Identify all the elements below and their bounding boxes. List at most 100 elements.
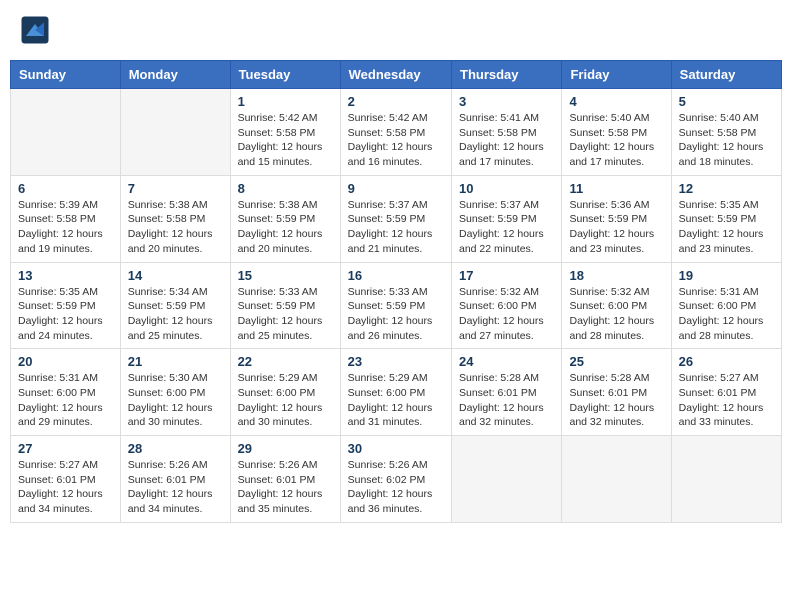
day-number: 26 [679, 354, 774, 369]
day-number: 2 [348, 94, 444, 109]
day-cell: 30Sunrise: 5:26 AM Sunset: 6:02 PM Dayli… [340, 436, 451, 523]
day-cell: 6 Sunrise: 5:39 AM Sunset: 5:58 PM Daylig… [11, 175, 121, 262]
day-info: Sunrise: 5:35 AM Sunset: 5:59 PM Dayligh… [679, 198, 774, 257]
weekday-header-thursday: Thursday [452, 61, 562, 89]
page-header [10, 10, 782, 50]
day-info: Sunrise: 5:33 AM Sunset: 5:59 PM Dayligh… [348, 285, 444, 344]
day-number: 19 [679, 268, 774, 283]
day-number: 7 [128, 181, 223, 196]
day-number: 1 [238, 94, 333, 109]
day-number: 8 [238, 181, 333, 196]
day-info: Sunrise: 5:30 AM Sunset: 6:00 PM Dayligh… [128, 371, 223, 430]
day-info: Sunrise: 5:31 AM Sunset: 6:00 PM Dayligh… [679, 285, 774, 344]
day-cell: 26 Sunrise: 5:27 AM Sunset: 6:01 PM Dayli… [671, 349, 781, 436]
week-row-1: 1 Sunrise: 5:42 AM Sunset: 5:58 PM Daylig… [11, 89, 782, 176]
day-info: Sunrise: 5:28 AM Sunset: 6:01 PM Dayligh… [459, 371, 554, 430]
day-info: Sunrise: 5:31 AM Sunset: 6:00 PM Dayligh… [18, 371, 113, 430]
day-cell: 3 Sunrise: 5:41 AM Sunset: 5:58 PM Daylig… [452, 89, 562, 176]
day-number: 15 [238, 268, 333, 283]
day-number: 25 [569, 354, 663, 369]
day-cell: 18Sunrise: 5:32 AM Sunset: 6:00 PM Dayli… [562, 262, 671, 349]
day-info: Sunrise: 5:37 AM Sunset: 5:59 PM Dayligh… [459, 198, 554, 257]
day-cell: 9 Sunrise: 5:37 AM Sunset: 5:59 PM Daylig… [340, 175, 451, 262]
day-info: Sunrise: 5:36 AM Sunset: 5:59 PM Dayligh… [569, 198, 663, 257]
day-number: 29 [238, 441, 333, 456]
day-number: 28 [128, 441, 223, 456]
day-info: Sunrise: 5:29 AM Sunset: 6:00 PM Dayligh… [238, 371, 333, 430]
day-cell: 23 Sunrise: 5:29 AM Sunset: 6:00 PM Dayli… [340, 349, 451, 436]
weekday-header-row: SundayMondayTuesdayWednesdayThursdayFrid… [11, 61, 782, 89]
day-cell: 15 Sunrise: 5:33 AM Sunset: 5:59 PM Dayli… [230, 262, 340, 349]
day-number: 20 [18, 354, 113, 369]
day-info: Sunrise: 5:34 AM Sunset: 5:59 PM Dayligh… [128, 285, 223, 344]
day-number: 4 [569, 94, 663, 109]
day-number: 16 [348, 268, 444, 283]
day-cell: 25 Sunrise: 5:28 AM Sunset: 6:01 PM Dayli… [562, 349, 671, 436]
day-cell: 28 Sunrise: 5:26 AM Sunset: 6:01 PM Dayli… [120, 436, 230, 523]
day-info: Sunrise: 5:26 AM Sunset: 6:01 PM Dayligh… [238, 458, 333, 517]
week-row-3: 13Sunrise: 5:35 AM Sunset: 5:59 PM Dayli… [11, 262, 782, 349]
day-info: Sunrise: 5:27 AM Sunset: 6:01 PM Dayligh… [18, 458, 113, 517]
day-cell: 17Sunrise: 5:32 AM Sunset: 6:00 PM Dayli… [452, 262, 562, 349]
weekday-header-monday: Monday [120, 61, 230, 89]
week-row-4: 20 Sunrise: 5:31 AM Sunset: 6:00 PM Dayli… [11, 349, 782, 436]
day-number: 30 [348, 441, 444, 456]
weekday-header-wednesday: Wednesday [340, 61, 451, 89]
day-number: 27 [18, 441, 113, 456]
weekday-header-friday: Friday [562, 61, 671, 89]
week-row-5: 27 Sunrise: 5:27 AM Sunset: 6:01 PM Dayli… [11, 436, 782, 523]
day-cell: 27 Sunrise: 5:27 AM Sunset: 6:01 PM Dayli… [11, 436, 121, 523]
day-info: Sunrise: 5:40 AM Sunset: 5:58 PM Dayligh… [569, 111, 663, 170]
day-number: 12 [679, 181, 774, 196]
day-cell [120, 89, 230, 176]
day-cell: 4 Sunrise: 5:40 AM Sunset: 5:58 PM Daylig… [562, 89, 671, 176]
day-cell: 14 Sunrise: 5:34 AM Sunset: 5:59 PM Dayli… [120, 262, 230, 349]
day-info: Sunrise: 5:42 AM Sunset: 5:58 PM Dayligh… [348, 111, 444, 170]
day-number: 11 [569, 181, 663, 196]
day-number: 14 [128, 268, 223, 283]
day-cell [671, 436, 781, 523]
day-cell: 16 Sunrise: 5:33 AM Sunset: 5:59 PM Dayli… [340, 262, 451, 349]
day-number: 23 [348, 354, 444, 369]
day-info: Sunrise: 5:29 AM Sunset: 6:00 PM Dayligh… [348, 371, 444, 430]
day-info: Sunrise: 5:39 AM Sunset: 5:58 PM Dayligh… [18, 198, 113, 257]
day-cell: 5 Sunrise: 5:40 AM Sunset: 5:58 PM Daylig… [671, 89, 781, 176]
day-number: 22 [238, 354, 333, 369]
day-number: 21 [128, 354, 223, 369]
day-info: Sunrise: 5:38 AM Sunset: 5:58 PM Dayligh… [128, 198, 223, 257]
day-cell: 10 Sunrise: 5:37 AM Sunset: 5:59 PM Dayli… [452, 175, 562, 262]
weekday-header-sunday: Sunday [11, 61, 121, 89]
day-cell: 24 Sunrise: 5:28 AM Sunset: 6:01 PM Dayli… [452, 349, 562, 436]
day-cell [562, 436, 671, 523]
day-info: Sunrise: 5:35 AM Sunset: 5:59 PM Dayligh… [18, 285, 113, 344]
day-cell: 20 Sunrise: 5:31 AM Sunset: 6:00 PM Dayli… [11, 349, 121, 436]
day-info: Sunrise: 5:33 AM Sunset: 5:59 PM Dayligh… [238, 285, 333, 344]
week-row-2: 6 Sunrise: 5:39 AM Sunset: 5:58 PM Daylig… [11, 175, 782, 262]
day-number: 9 [348, 181, 444, 196]
day-info: Sunrise: 5:38 AM Sunset: 5:59 PM Dayligh… [238, 198, 333, 257]
day-number: 17 [459, 268, 554, 283]
day-cell [452, 436, 562, 523]
day-info: Sunrise: 5:40 AM Sunset: 5:58 PM Dayligh… [679, 111, 774, 170]
day-cell: 7 Sunrise: 5:38 AM Sunset: 5:58 PM Daylig… [120, 175, 230, 262]
day-number: 10 [459, 181, 554, 196]
logo-icon [20, 15, 50, 45]
day-cell: 12 Sunrise: 5:35 AM Sunset: 5:59 PM Dayli… [671, 175, 781, 262]
day-cell: 2 Sunrise: 5:42 AM Sunset: 5:58 PM Daylig… [340, 89, 451, 176]
day-cell: 19 Sunrise: 5:31 AM Sunset: 6:00 PM Dayli… [671, 262, 781, 349]
day-info: Sunrise: 5:41 AM Sunset: 5:58 PM Dayligh… [459, 111, 554, 170]
day-cell: 29 Sunrise: 5:26 AM Sunset: 6:01 PM Dayli… [230, 436, 340, 523]
day-info: Sunrise: 5:27 AM Sunset: 6:01 PM Dayligh… [679, 371, 774, 430]
day-number: 24 [459, 354, 554, 369]
day-info: Sunrise: 5:26 AM Sunset: 6:01 PM Dayligh… [128, 458, 223, 517]
day-info: Sunrise: 5:37 AM Sunset: 5:59 PM Dayligh… [348, 198, 444, 257]
day-cell: 8 Sunrise: 5:38 AM Sunset: 5:59 PM Daylig… [230, 175, 340, 262]
day-number: 6 [18, 181, 113, 196]
day-cell: 22 Sunrise: 5:29 AM Sunset: 6:00 PM Dayli… [230, 349, 340, 436]
day-number: 3 [459, 94, 554, 109]
day-number: 5 [679, 94, 774, 109]
day-cell: 13Sunrise: 5:35 AM Sunset: 5:59 PM Dayli… [11, 262, 121, 349]
weekday-header-tuesday: Tuesday [230, 61, 340, 89]
day-info: Sunrise: 5:28 AM Sunset: 6:01 PM Dayligh… [569, 371, 663, 430]
calendar-table: SundayMondayTuesdayWednesdayThursdayFrid… [10, 60, 782, 523]
